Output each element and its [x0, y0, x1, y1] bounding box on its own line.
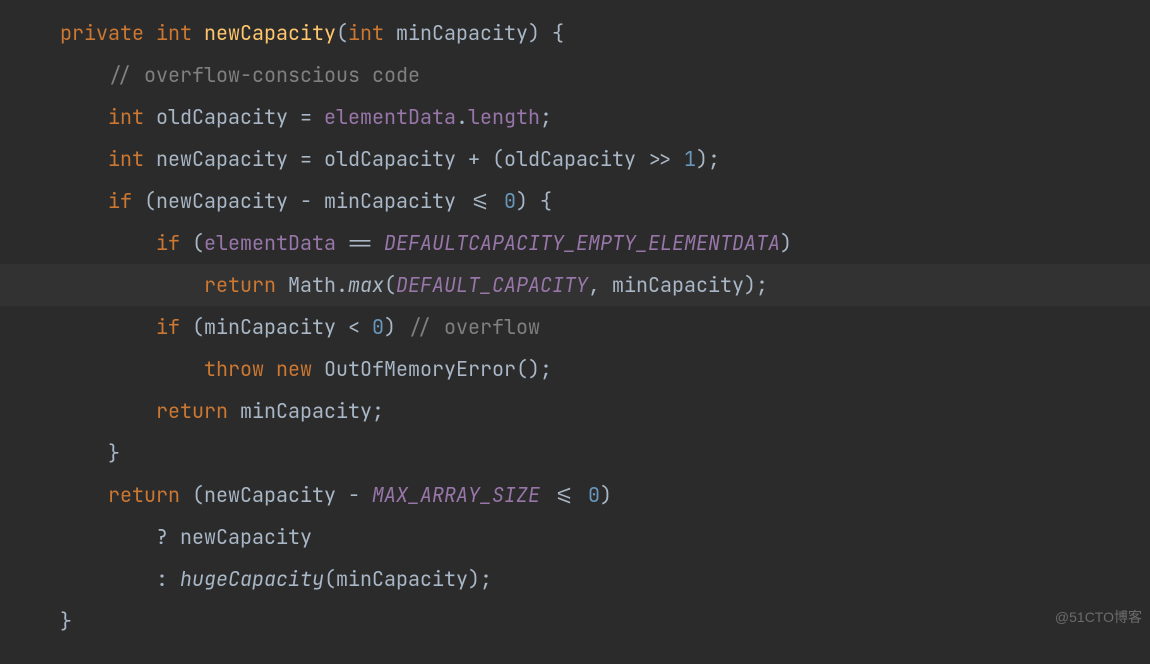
code-line: }	[0, 432, 1150, 474]
constant: MAX_ARRAY_SIZE	[372, 482, 540, 508]
keyword: if	[156, 230, 180, 256]
number: 0	[504, 188, 516, 214]
keyword: return	[204, 272, 276, 298]
code-line: return minCapacity;	[0, 390, 1150, 432]
code-line: private int newCapacity(int minCapacity)…	[0, 12, 1150, 54]
number: 1	[684, 146, 696, 172]
code-line: if (elementData == DEFAULTCAPACITY_EMPTY…	[0, 222, 1150, 264]
keyword: if	[108, 188, 132, 214]
code-line: int newCapacity = oldCapacity + (oldCapa…	[0, 138, 1150, 180]
code-line: int oldCapacity = elementData.length;	[0, 96, 1150, 138]
number: 0	[588, 482, 600, 508]
static-method: max	[348, 272, 384, 298]
keyword: return	[108, 482, 180, 508]
keyword: int	[108, 146, 144, 172]
code-line: }	[0, 600, 1150, 642]
type: OutOfMemoryError	[324, 356, 516, 382]
keyword: int	[348, 20, 384, 46]
keyword: if	[156, 314, 180, 340]
method-name: newCapacity	[204, 20, 336, 46]
code-line: if (minCapacity < 0) // overflow	[0, 306, 1150, 348]
keyword: throw	[204, 356, 264, 382]
code-line-highlighted: return Math.max(DEFAULT_CAPACITY, minCap…	[0, 264, 1150, 306]
variable: newCapacity	[156, 146, 288, 172]
keyword: int	[156, 20, 192, 46]
constant: DEFAULTCAPACITY_EMPTY_ELEMENTDATA	[384, 230, 780, 256]
keyword: new	[276, 356, 312, 382]
code-line: return (newCapacity - MAX_ARRAY_SIZE <= …	[0, 474, 1150, 516]
field: elementData	[204, 230, 336, 256]
field: length	[468, 104, 540, 130]
param: minCapacity	[396, 20, 528, 46]
keyword: return	[156, 398, 228, 424]
static-method: hugeCapacity	[180, 566, 324, 592]
constant: DEFAULT_CAPACITY	[396, 272, 588, 298]
field: elementData	[324, 104, 456, 130]
keyword: int	[108, 104, 144, 130]
watermark: @51CTO博客	[1055, 596, 1142, 638]
code-line: : hugeCapacity(minCapacity);	[0, 558, 1150, 600]
code-line: throw new OutOfMemoryError();	[0, 348, 1150, 390]
variable: oldCapacity	[156, 104, 288, 130]
code-line: if (newCapacity - minCapacity <= 0) {	[0, 180, 1150, 222]
number: 0	[372, 314, 384, 340]
code-block: private int newCapacity(int minCapacity)…	[0, 0, 1150, 642]
comment: // overflow-conscious code	[108, 62, 420, 88]
code-line: // overflow-conscious code	[0, 54, 1150, 96]
comment: // overflow	[408, 314, 540, 340]
code-line: ? newCapacity	[0, 516, 1150, 558]
keyword: private	[60, 20, 144, 46]
